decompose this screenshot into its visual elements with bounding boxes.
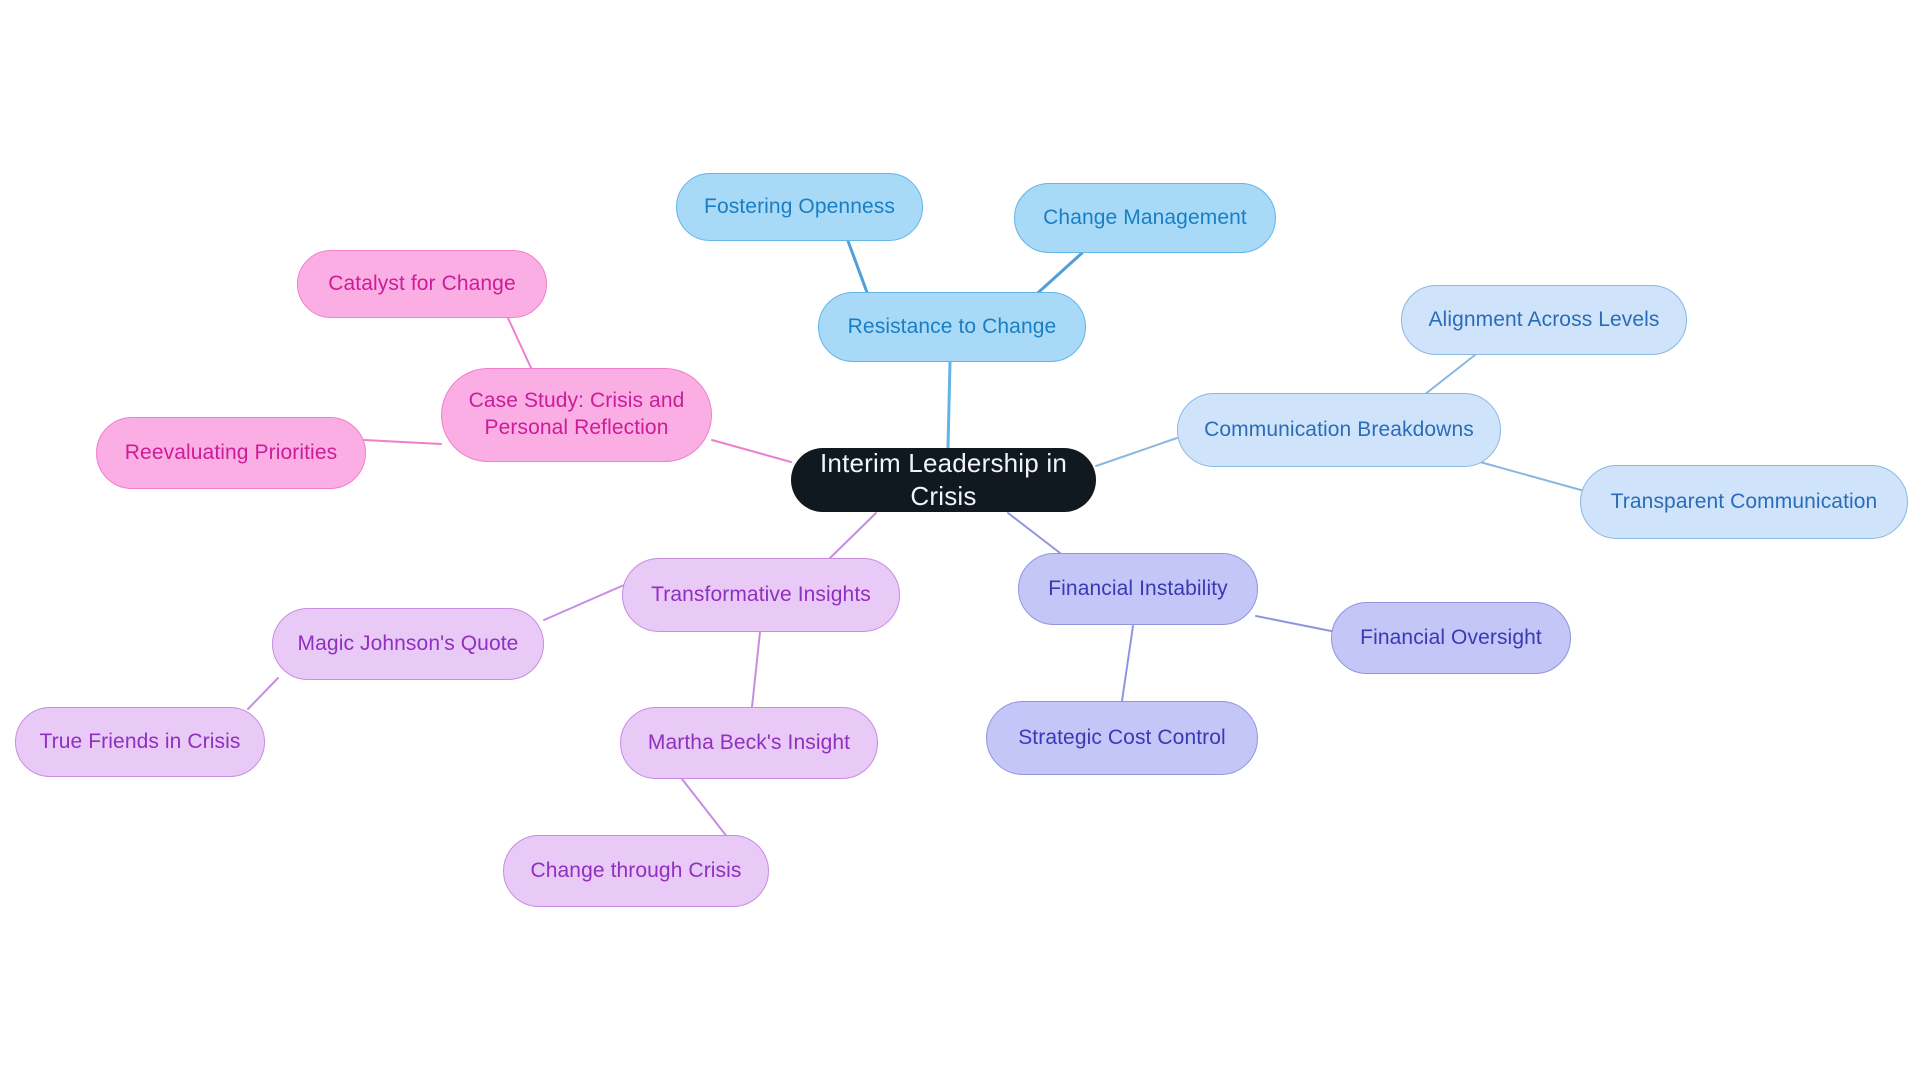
mindmap-node-label: Financial Oversight: [1360, 625, 1542, 652]
mindmap-edge: [682, 779, 728, 838]
mindmap-edge: [1122, 626, 1133, 701]
mindmap-node-label: Transparent Communication: [1611, 489, 1878, 516]
mindmap-node-transformative-insights[interactable]: Transformative Insights: [622, 558, 900, 632]
mindmap-edge-layer: [0, 0, 1920, 1083]
mindmap-node-reevaluating-priorities[interactable]: Reevaluating Priorities: [96, 417, 366, 489]
mindmap-node-label: Change Management: [1043, 205, 1247, 232]
mindmap-node-label: Reevaluating Priorities: [125, 440, 337, 467]
mindmap-node-resistance-to-change[interactable]: Resistance to Change: [818, 292, 1086, 362]
mindmap-node-catalyst-for-change[interactable]: Catalyst for Change: [297, 250, 547, 318]
mindmap-node-strategic-cost-control[interactable]: Strategic Cost Control: [986, 701, 1258, 775]
mindmap-node-martha-becks-insight[interactable]: Martha Beck's Insight: [620, 707, 878, 779]
mindmap-edge: [508, 318, 532, 370]
mindmap-canvas: Resistance to Change Fostering Openness Ch…: [0, 0, 1920, 1083]
mindmap-edge: [248, 678, 278, 709]
mindmap-node-label: Case Study: Crisis and Personal Reflecti…: [469, 388, 685, 442]
mindmap-edge: [1096, 438, 1177, 466]
mindmap-edge: [1424, 355, 1475, 395]
mindmap-node-financial-oversight[interactable]: Financial Oversight: [1331, 602, 1571, 674]
mindmap-node-case-study-crisis-and-personal-reflection[interactable]: Case Study: Crisis and Personal Reflecti…: [441, 368, 712, 462]
mindmap-node-label: Alignment Across Levels: [1428, 307, 1659, 334]
mindmap-node-label: True Friends in Crisis: [40, 729, 241, 756]
mindmap-node-alignment-across-levels[interactable]: Alignment Across Levels: [1401, 285, 1687, 355]
mindmap-edge: [1008, 513, 1060, 553]
mindmap-edge: [752, 632, 760, 707]
mindmap-edge: [544, 585, 624, 620]
mindmap-node-label: Interim Leadership in Crisis: [801, 447, 1086, 514]
mindmap-node-label: Change through Crisis: [530, 858, 741, 885]
mindmap-node-label: Martha Beck's Insight: [648, 730, 850, 757]
mindmap-node-communication-breakdowns[interactable]: Communication Breakdowns: [1177, 393, 1501, 467]
mindmap-node-change-through-crisis[interactable]: Change through Crisis: [503, 835, 769, 907]
mindmap-edge: [364, 440, 441, 444]
mindmap-edge: [828, 513, 876, 560]
mindmap-node-label: Transformative Insights: [651, 582, 871, 609]
mindmap-edge: [1480, 462, 1588, 492]
mindmap-node-label: Strategic Cost Control: [1018, 725, 1226, 752]
mindmap-node-label: Resistance to Change: [848, 314, 1057, 341]
mindmap-node-magic-johnsons-quote[interactable]: Magic Johnson's Quote: [272, 608, 544, 680]
mindmap-edge: [948, 362, 950, 448]
mindmap-node-label: Catalyst for Change: [328, 271, 516, 298]
mindmap-node-label: Communication Breakdowns: [1204, 417, 1474, 444]
mindmap-node-root[interactable]: Interim Leadership in Crisis: [791, 448, 1096, 512]
mindmap-node-fostering-openness[interactable]: Fostering Openness: [676, 173, 923, 241]
mindmap-node-change-management[interactable]: Change Management: [1014, 183, 1276, 253]
mindmap-node-financial-instability[interactable]: Financial Instability: [1018, 553, 1258, 625]
mindmap-edge: [712, 440, 791, 462]
mindmap-node-label: Financial Instability: [1048, 576, 1228, 603]
mindmap-edge: [848, 241, 868, 295]
mindmap-node-label: Fostering Openness: [704, 194, 895, 221]
mindmap-edge: [1256, 616, 1336, 632]
mindmap-node-label: Magic Johnson's Quote: [298, 631, 519, 658]
mindmap-node-true-friends-in-crisis[interactable]: True Friends in Crisis: [15, 707, 265, 777]
mindmap-node-transparent-communication[interactable]: Transparent Communication: [1580, 465, 1908, 539]
